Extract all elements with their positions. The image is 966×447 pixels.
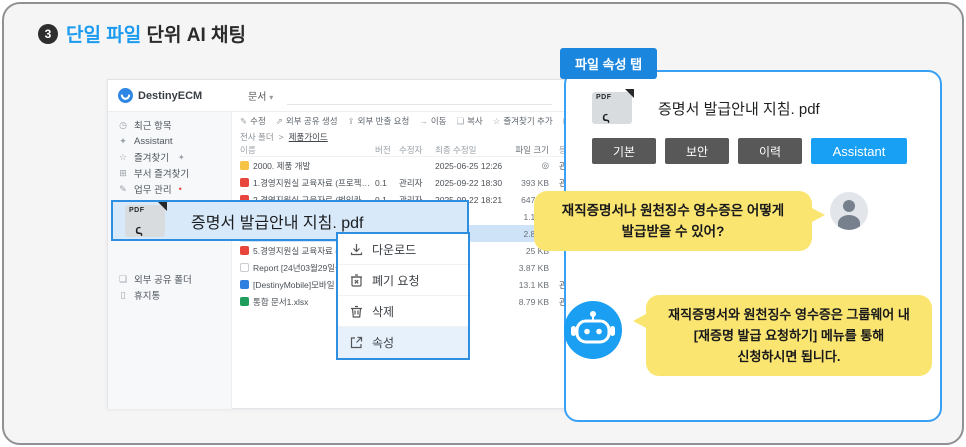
panel-tabs: 기본 보안 이력 Assistant [592,138,907,164]
title-rest: 단위 AI 채팅 [146,25,245,46]
step-number-badge: 3 [38,24,58,44]
assistant-chat-bubble: 재직증명서와 원천징수 영수증은 그룹웨어 내 [재증명 발급 요청하기] 메뉴… [646,295,932,376]
screenshot-frame: 3 단일 파일 단위 AI 채팅 DestinyECM 문서 ▾ ☰ ◷최근 항… [2,2,964,445]
tab-security[interactable]: 보안 [665,138,729,164]
app-name: DestinyECM [138,90,202,102]
sidebar-item-recent[interactable]: ◷최근 항목 [108,117,231,133]
notification-dot: • [179,184,182,194]
page-title: 3 단일 파일 단위 AI 채팅 [38,20,246,47]
share-icon: ⇗ [276,116,283,127]
toolbar-external-export[interactable]: ⇪외부 반출 요청 [348,115,410,127]
toolbar-external-share[interactable]: ⇗외부 공유 생성 [276,115,338,127]
discard-icon [350,274,363,287]
star-icon: ☆ [118,152,128,163]
copy-icon: ❏ [456,116,464,127]
menu-item-download[interactable]: 다운로드 [338,234,468,265]
action-toolbar: ✎수정 ⇗외부 공유 생성 ⇪외부 반출 요청 →이동 ❏복사 ☆즐겨찾기 추가… [240,112,584,130]
sidebar-item-assistant[interactable]: ✦Assistant [108,133,231,149]
user-avatar [830,192,868,230]
panel-file-name: 증명서 발급안내 지침. pdf [658,98,820,119]
breadcrumb-root[interactable]: 전사 폴더 [240,131,274,143]
sidebar-item-favorites[interactable]: ☆즐겨찾기✦ [108,149,231,165]
pdf-icon: PDF ς [592,92,632,124]
ecm-topbar: DestinyECM 문서 ▾ ☰ [108,80,584,112]
table-header: 이름 버전 수정자 최종 수정일 파일 크기 등록자 [240,143,584,157]
star-icon: ☆ [493,116,501,127]
toolbar-add-favorite[interactable]: ☆즐겨찾기 추가 [493,115,553,127]
scope-dropdown[interactable]: 문서 ▾ [248,88,273,103]
toolbar-edit[interactable]: ✎수정 [240,115,266,127]
pdf-glyph: ς [601,108,611,124]
sidebar: ◷최근 항목 ✦Assistant ☆즐겨찾기✦ ⊞부서 즐겨찾기 ✎업무 관리… [108,112,232,409]
menu-item-delete[interactable]: 삭제 [338,296,468,327]
export-icon: ⇪ [348,116,355,127]
xlsx-file-icon [240,297,249,306]
edit-icon: ✎ [240,116,247,127]
sparkle-icon: ✦ [118,136,128,147]
col-modifier: 수정자 [399,144,435,156]
sidebar-item-external-share-folder[interactable]: ❏외부 공유 폴더 [108,271,231,287]
breadcrumb-separator: > [279,132,284,142]
ecm-logo: DestinyECM [118,88,234,103]
breadcrumb: 전사 폴더 > 제품가이드 [240,130,584,143]
toolbar-copy[interactable]: ❏복사 [456,115,482,127]
pin-icon: ✦ [178,153,185,162]
assistant-robot-avatar [564,301,622,359]
search-input[interactable] [287,87,552,105]
bubble-tail [633,313,648,329]
download-icon [350,243,363,256]
trash-icon: ▯ [118,290,128,301]
grid-icon: ⊞ [118,168,128,179]
folder-icon [240,161,249,170]
col-name: 이름 [240,144,375,156]
chevron-down-icon: ▾ [269,93,273,102]
col-modified-date: 최종 수정일 [435,144,509,156]
selected-file-name: 증명서 발급안내 지침. pdf [191,209,364,233]
title-accent: 단일 파일 [66,25,141,46]
toolbar-move[interactable]: →이동 [419,115,446,127]
tab-history[interactable]: 이력 [738,138,802,164]
sidebar-item-trash[interactable]: ▯휴지통 [108,287,231,303]
col-file-size: 파일 크기 [509,144,553,156]
clock-icon: ◷ [118,120,128,131]
person-icon [843,200,855,212]
trash-icon [350,305,363,318]
pencil-icon: ✎ [118,184,128,195]
tab-assistant[interactable]: Assistant [811,138,907,164]
move-icon: → [419,116,428,126]
destiny-logo-icon [118,88,133,103]
pdf-file-icon [240,246,249,255]
sidebar-item-task-management[interactable]: ✎업무 관리• [108,181,231,197]
folder-share-icon: ❏ [118,274,128,285]
pdf-icon: PDF ς [125,205,165,237]
table-row[interactable]: 1.경영지원실 교육자료 (프로젝트비용,여비지급… 0.1관리자 2025-0… [240,174,584,191]
bubble-tail [810,207,825,223]
panel-file-header: PDF ς 증명서 발급안내 지침. pdf [592,92,820,124]
panel-badge: 파일 속성 탭 [560,48,657,79]
col-version: 버전 [375,144,399,156]
external-link-icon [350,336,363,349]
menu-item-discard-request[interactable]: 폐기 요청 [338,265,468,296]
doc-file-icon [240,280,249,289]
page-fold [158,202,167,211]
tab-basic[interactable]: 기본 [592,138,656,164]
user-chat-bubble: 재직증명서나 원천징수 영수증은 어떻게 발급받을 수 있어? [534,191,812,251]
breadcrumb-current[interactable]: 제품가이드 [289,131,328,143]
log-file-icon [240,263,249,272]
menu-item-properties[interactable]: 속성 [338,327,468,358]
page-fold [625,89,634,98]
pdf-glyph: ς [134,221,144,237]
context-menu: 다운로드 폐기 요청 삭제 속성 [336,232,470,360]
sidebar-item-dept-favorites[interactable]: ⊞부서 즐겨찾기 [108,165,231,181]
table-row[interactable]: 2000. 제품 개발 2025-06-25 12:26◎관리자 [240,157,584,174]
pdf-file-icon [240,178,249,187]
